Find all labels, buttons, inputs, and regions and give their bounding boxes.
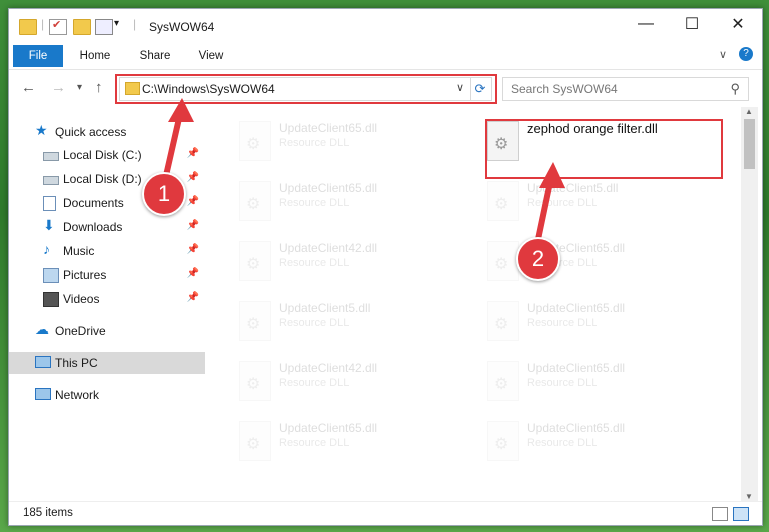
- arrow-1: [162, 111, 183, 183]
- arrow-2-head: [539, 162, 565, 188]
- arrow-2: [534, 179, 553, 247]
- step-1-badge: 1: [142, 172, 186, 216]
- step-2-badge: 2: [516, 237, 560, 281]
- annotation-arrows: [162, 98, 565, 247]
- arrow-1-head: [168, 98, 194, 122]
